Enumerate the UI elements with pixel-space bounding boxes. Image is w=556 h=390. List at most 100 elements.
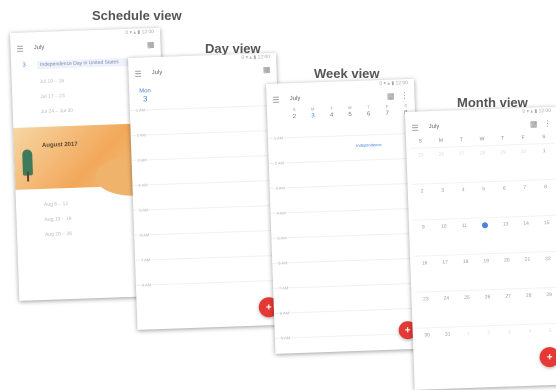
weekday-column-header[interactable]: M3 bbox=[303, 106, 323, 137]
hour-label: 2 AM bbox=[136, 132, 146, 138]
more-vertical-icon[interactable]: ⋮ bbox=[543, 118, 551, 127]
month-day-cell[interactable]: 1 bbox=[458, 327, 480, 363]
hour-label: 8 AM bbox=[279, 310, 290, 316]
month-selector[interactable]: July bbox=[34, 41, 143, 51]
weekday-label: M bbox=[438, 137, 444, 144]
month-day-cell[interactable]: 30 bbox=[513, 145, 535, 181]
calendar-icon[interactable]: ▦ bbox=[147, 39, 155, 48]
banner-title: August 2017 bbox=[41, 141, 78, 149]
month-day-cell[interactable]: 28 bbox=[518, 288, 540, 324]
hamburger-menu-icon[interactable]: ☰ bbox=[16, 44, 23, 53]
month-day-cell[interactable]: 10 bbox=[433, 219, 455, 255]
hour-label: 7 AM bbox=[140, 257, 151, 263]
month-day-cell[interactable]: 14 bbox=[516, 216, 538, 252]
day-label: Mon bbox=[139, 87, 151, 95]
month-day-cell[interactable]: 1 bbox=[534, 144, 556, 180]
month-view-screen: 0 ▾ ▴ ▮ 12:00 ☰ July ▦ ⋮ SMTWTFS 25 26 27 2… bbox=[405, 106, 556, 390]
month-day-cell[interactable]: 11 bbox=[454, 219, 476, 255]
month-day-cell[interactable]: 27 bbox=[451, 147, 473, 183]
month-day-cell[interactable]: 3 bbox=[499, 325, 521, 361]
hour-label: 1 AM bbox=[273, 135, 284, 141]
month-day-cell[interactable]: 12 bbox=[474, 218, 496, 254]
month-day-cell[interactable]: 2 bbox=[478, 326, 500, 362]
month-day-cell[interactable]: 27 bbox=[498, 289, 520, 325]
selected-day-dot: 12 bbox=[481, 222, 489, 229]
week-view-screen: 0 ▾ ▴ ▮ 12:00 ☰ July ▦ ⋮ S2M3T4W5T6F7S8 … bbox=[266, 78, 424, 354]
month-day-cell[interactable]: 22 bbox=[537, 252, 556, 288]
month-grid: 2526272829301234567891011121314151617181… bbox=[406, 142, 556, 364]
weekday-column-header[interactable]: T4 bbox=[322, 105, 342, 136]
month-day-cell[interactable]: 23 bbox=[415, 292, 437, 328]
hour-label: 1 AM bbox=[135, 107, 146, 113]
month-day-cell[interactable]: 31 bbox=[437, 327, 459, 363]
hamburger-menu-icon[interactable]: ☰ bbox=[134, 69, 141, 78]
month-day-cell[interactable]: 4 bbox=[453, 183, 475, 219]
month-day-cell[interactable]: 28 bbox=[472, 146, 494, 182]
month-week-row: 30 31 1 2 3 4 5 bbox=[416, 322, 556, 364]
weekday-date: 3 bbox=[311, 113, 315, 120]
month-week-row: 25 26 27 28 29 30 1 bbox=[410, 142, 556, 184]
month-day-cell[interactable]: 30 bbox=[417, 328, 439, 364]
month-day-cell[interactable]: 6 bbox=[494, 181, 516, 217]
month-day-cell[interactable]: 20 bbox=[496, 253, 518, 289]
month-day-cell[interactable]: 25 bbox=[456, 291, 478, 327]
day-number: 3 bbox=[142, 93, 148, 103]
weekday-column-header[interactable]: F7 bbox=[378, 103, 398, 134]
hour-label: 6 AM bbox=[278, 260, 288, 266]
month-day-cell[interactable]: 16 bbox=[414, 256, 436, 292]
hour-label: 3 AM bbox=[275, 185, 285, 191]
month-selector[interactable]: July bbox=[290, 93, 383, 102]
hamburger-menu-icon[interactable]: ☰ bbox=[411, 123, 418, 132]
day-view-screen: 0 ▾ ▴ ▮ 12:00 ☰ July ▦ Mon 3 1 AM 2 AM 3 A… bbox=[128, 52, 286, 330]
month-day-cell[interactable]: 24 bbox=[436, 291, 458, 327]
month-week-row: 16 17 18 19 20 21 22 bbox=[414, 250, 556, 292]
hamburger-menu-icon[interactable]: ☰ bbox=[272, 95, 279, 104]
weekday-column-header[interactable]: W5 bbox=[341, 105, 361, 136]
month-day-cell[interactable]: 29 bbox=[493, 145, 515, 181]
month-day-cell[interactable]: 17 bbox=[435, 255, 457, 291]
hour-label: 5 AM bbox=[277, 235, 287, 241]
weekday-column-header[interactable]: T6 bbox=[359, 104, 379, 135]
month-selector[interactable]: July bbox=[429, 121, 526, 130]
weekday-label: T bbox=[459, 136, 464, 144]
day-number: 3 bbox=[22, 62, 26, 69]
hour-label: 5 AM bbox=[139, 207, 149, 213]
weekday-label: S bbox=[541, 134, 546, 141]
tree-trunk bbox=[26, 171, 30, 182]
month-day-cell[interactable]: 7 bbox=[514, 181, 536, 217]
calendar-icon[interactable]: ▦ bbox=[387, 91, 395, 100]
month-day-cell[interactable]: 3 bbox=[432, 183, 454, 219]
weekday-date: 7 bbox=[385, 110, 390, 117]
calendar-icon[interactable]: ▦ bbox=[530, 119, 538, 128]
hour-label: 4 AM bbox=[138, 182, 148, 188]
calendar-icon[interactable]: ▦ bbox=[263, 65, 271, 74]
month-day-cell[interactable]: 29 bbox=[539, 288, 556, 324]
month-day-cell[interactable]: 19 bbox=[476, 254, 498, 290]
month-selector[interactable]: July bbox=[152, 66, 259, 76]
add-event-button[interactable]: + bbox=[539, 346, 556, 368]
month-day-cell[interactable]: 9 bbox=[413, 220, 435, 256]
month-day-cell[interactable]: 4 bbox=[519, 324, 541, 360]
weekday-date: 4 bbox=[329, 112, 334, 119]
more-vertical-icon[interactable]: ⋮ bbox=[400, 91, 408, 100]
month-day-cell[interactable]: 18 bbox=[455, 255, 477, 291]
month-day-cell[interactable]: 21 bbox=[517, 252, 539, 288]
hour-label: 9 AM bbox=[280, 335, 291, 341]
week-grid: Independence 1 AM 2 AM 3 AM 4 AM 5 AM 6 AM 7 A… bbox=[267, 132, 424, 354]
weekday-date: 5 bbox=[348, 112, 352, 119]
weekday-date: 2 bbox=[292, 113, 297, 121]
month-day-cell[interactable]: 2 bbox=[412, 184, 434, 220]
weekday-date: 6 bbox=[366, 111, 371, 118]
month-day-cell[interactable]: 26 bbox=[431, 147, 453, 183]
hour-label: 8 AM bbox=[141, 282, 152, 288]
month-day-cell[interactable]: 15 bbox=[536, 216, 556, 252]
hour-label: 4 AM bbox=[276, 210, 286, 216]
month-day-cell[interactable]: 5 bbox=[473, 182, 495, 218]
month-day-cell[interactable]: 26 bbox=[477, 290, 499, 326]
month-day-cell[interactable]: 8 bbox=[535, 180, 556, 216]
weekday-label: T bbox=[500, 135, 505, 142]
month-day-cell[interactable]: 13 bbox=[495, 217, 517, 253]
month-day-cell[interactable]: 25 bbox=[410, 148, 432, 184]
weekday-column-header[interactable]: S2 bbox=[285, 107, 305, 138]
weekday-label: F bbox=[521, 134, 525, 141]
